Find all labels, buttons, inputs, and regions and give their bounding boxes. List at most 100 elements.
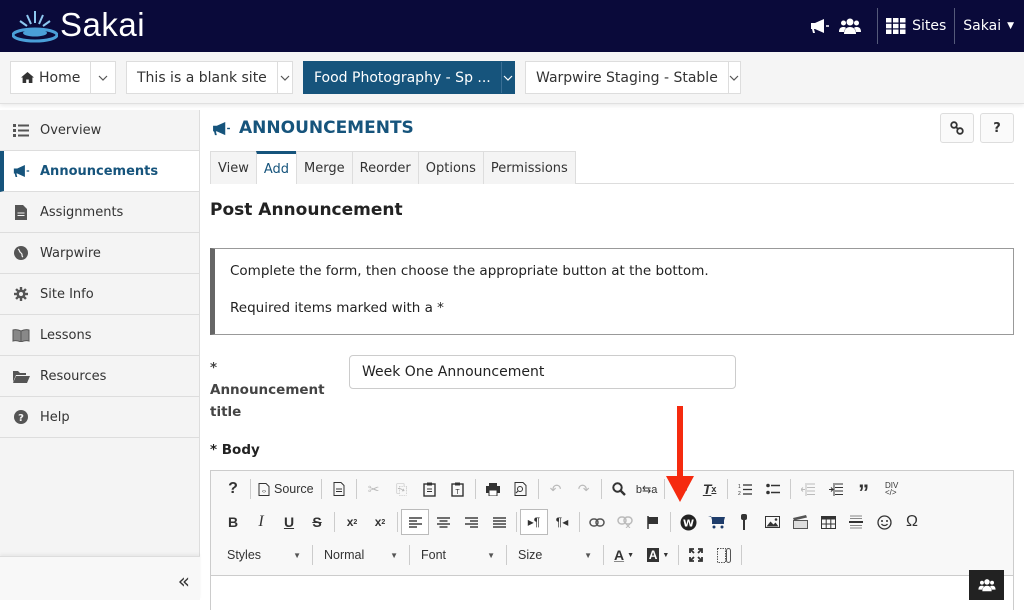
image-icon[interactable] (758, 509, 786, 535)
paste-text-icon[interactable]: T (444, 476, 472, 502)
bold-icon[interactable]: B (219, 509, 247, 535)
users-icon[interactable] (839, 15, 862, 37)
roster-floating-button[interactable] (969, 570, 1004, 600)
video-clapper-icon[interactable] (786, 509, 814, 535)
site-tab-home[interactable]: Home (10, 61, 116, 94)
preview-icon[interactable] (507, 476, 535, 502)
collapse-sidebar-button[interactable]: « (178, 569, 190, 593)
cut-icon[interactable]: ✂ (360, 476, 388, 502)
tab-view[interactable]: View (210, 151, 256, 184)
site-tab-blank-site[interactable]: This is a blank site (126, 61, 293, 94)
cart-icon[interactable] (702, 509, 730, 535)
sidebar-item-warpwire[interactable]: Warpwire (0, 233, 199, 274)
anchor-flag-icon[interactable] (639, 509, 667, 535)
users-icon (977, 579, 996, 592)
text-color-button[interactable]: A ▼ (607, 542, 641, 568)
site-tab-label: Home (39, 69, 81, 86)
replace-icon[interactable]: b⇆a (633, 476, 661, 502)
sidebar-item-site-info[interactable]: Site Info (0, 274, 199, 315)
unlink-icon[interactable] (611, 509, 639, 535)
superscript-icon[interactable]: x2 (366, 509, 394, 535)
show-blocks-icon[interactable] (710, 542, 738, 568)
site-nav-bar: Home This is a blank site Food Photograp… (0, 52, 1024, 104)
divider (741, 545, 742, 565)
sidebar-item-help[interactable]: ? Help (0, 397, 199, 438)
announcement-title-input[interactable] (349, 355, 736, 389)
divider (334, 512, 335, 532)
caret-down-icon: ▼ (487, 550, 495, 560)
maximize-icon[interactable] (682, 542, 710, 568)
table-icon[interactable] (814, 509, 842, 535)
smiley-icon[interactable] (870, 509, 898, 535)
indent-icon[interactable] (822, 476, 850, 502)
background-color-button[interactable]: A ▼ (641, 542, 675, 568)
divider (537, 479, 539, 499)
folder-open-icon (12, 368, 30, 384)
undo-icon[interactable]: ↶ (542, 476, 570, 502)
bulleted-list-icon[interactable] (759, 476, 787, 502)
site-tab-label: Warpwire Staging - Stable (536, 69, 718, 86)
sidebar-item-label: Site Info (40, 286, 94, 302)
editor-content-area[interactable] (211, 575, 1013, 615)
sidebar-item-lessons[interactable]: Lessons (0, 315, 199, 356)
help-icon[interactable]: ? (219, 476, 247, 502)
site-tab-food-photography[interactable]: Food Photography - Sp ... (303, 61, 515, 94)
horizontal-rule-icon[interactable] (842, 509, 870, 535)
sites-button[interactable]: Sites (886, 18, 946, 34)
user-menu-button[interactable]: Sakai ▼ (963, 18, 1014, 34)
align-center-icon[interactable] (429, 509, 457, 535)
strikethrough-icon[interactable]: S (303, 509, 331, 535)
tab-options[interactable]: Options (417, 151, 483, 184)
new-page-icon[interactable] (325, 476, 353, 502)
ltr-icon[interactable]: ▸¶ (520, 509, 548, 535)
link-button[interactable] (940, 113, 974, 143)
site-tab-warpwire-staging[interactable]: Warpwire Staging - Stable (525, 61, 741, 94)
chevron-down-icon[interactable] (276, 62, 292, 93)
rtl-icon[interactable]: ¶◂ (548, 509, 576, 535)
sidebar-item-assignments[interactable]: Assignments (0, 192, 199, 233)
link-icon[interactable] (583, 509, 611, 535)
body-label: * Body (210, 442, 260, 458)
format-dropdown[interactable]: Normal ▼ (316, 543, 406, 567)
special-character-icon[interactable]: Ω (898, 509, 926, 535)
sidebar-item-resources[interactable]: Resources (0, 356, 199, 397)
print-icon[interactable] (479, 476, 507, 502)
numbered-list-icon[interactable]: 12 (731, 476, 759, 502)
tab-add[interactable]: Add (255, 151, 297, 184)
find-icon[interactable] (605, 476, 633, 502)
bullhorn-icon[interactable] (809, 15, 831, 37)
tool-sidebar: Overview Announcements Assignments Warpw… (0, 110, 200, 600)
tab-merge[interactable]: Merge (296, 151, 352, 184)
source-button[interactable]: ‹› Source (254, 476, 318, 502)
styles-dropdown[interactable]: Styles ▼ (219, 543, 309, 567)
font-dropdown[interactable]: Font ▼ (413, 543, 503, 567)
page-title: ANNOUNCEMENTS (212, 118, 414, 138)
warpwire-icon[interactable]: W (674, 509, 702, 535)
chevron-down-icon[interactable] (727, 62, 740, 93)
sakai-logo[interactable]: Sakai (12, 6, 145, 44)
outdent-icon[interactable] (794, 476, 822, 502)
top-header: Sakai Sites Sakai ▼ (0, 0, 1024, 52)
divider (877, 8, 879, 44)
paste-icon[interactable] (416, 476, 444, 502)
help-button[interactable]: ? (980, 113, 1014, 143)
copy-icon[interactable]: ⎘ (388, 476, 416, 502)
chevron-down-icon[interactable] (500, 62, 514, 93)
microphone-icon[interactable] (730, 509, 758, 535)
underline-icon[interactable]: U (275, 509, 303, 535)
italic-icon[interactable]: I (247, 509, 275, 535)
align-left-icon[interactable] (401, 509, 429, 535)
justify-icon[interactable] (485, 509, 513, 535)
blockquote-icon[interactable]: ” (850, 476, 878, 504)
tab-reorder[interactable]: Reorder (351, 151, 418, 184)
align-right-icon[interactable] (457, 509, 485, 535)
size-dropdown[interactable]: Size ▼ (510, 543, 600, 567)
sidebar-item-announcements[interactable]: Announcements (0, 151, 199, 192)
tab-permissions[interactable]: Permissions (482, 151, 576, 184)
chevron-down-icon[interactable] (90, 62, 115, 93)
redo-icon[interactable]: ↷ (570, 476, 598, 502)
div-container-icon[interactable]: DIV </> (878, 476, 906, 502)
subscript-icon[interactable]: x2 (338, 509, 366, 535)
sidebar-item-overview[interactable]: Overview (0, 110, 199, 151)
remove-format-icon[interactable]: Tx (696, 476, 724, 502)
